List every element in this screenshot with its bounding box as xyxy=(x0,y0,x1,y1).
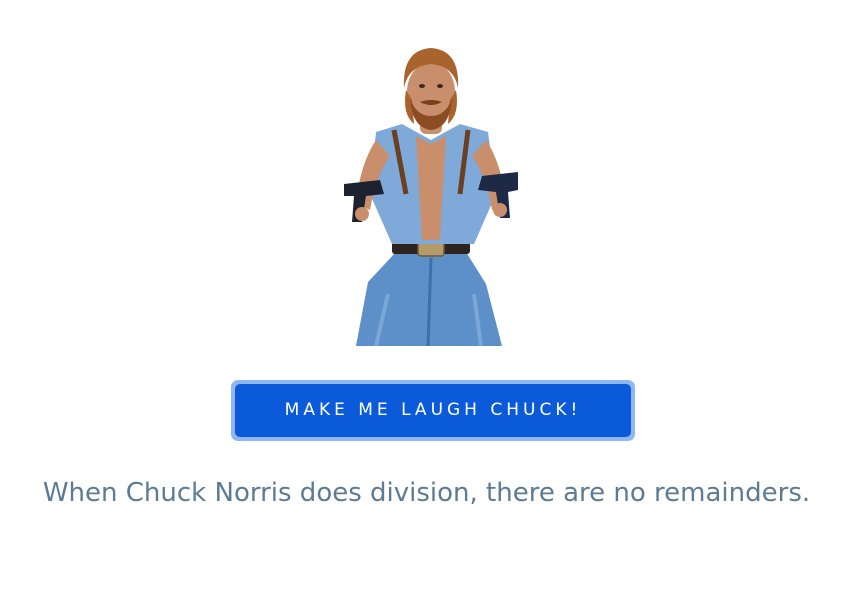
page: MAKE ME LAUGH CHUCK! When Chuck Norris d… xyxy=(0,0,853,594)
chuck-norris-image xyxy=(336,44,526,346)
joke-text: When Chuck Norris does division, there a… xyxy=(42,478,811,508)
chuck-norris-portrait-icon xyxy=(344,48,518,346)
laugh-button-focus-ring: MAKE ME LAUGH CHUCK! xyxy=(231,380,635,441)
make-me-laugh-button[interactable]: MAKE ME LAUGH CHUCK! xyxy=(235,384,631,437)
